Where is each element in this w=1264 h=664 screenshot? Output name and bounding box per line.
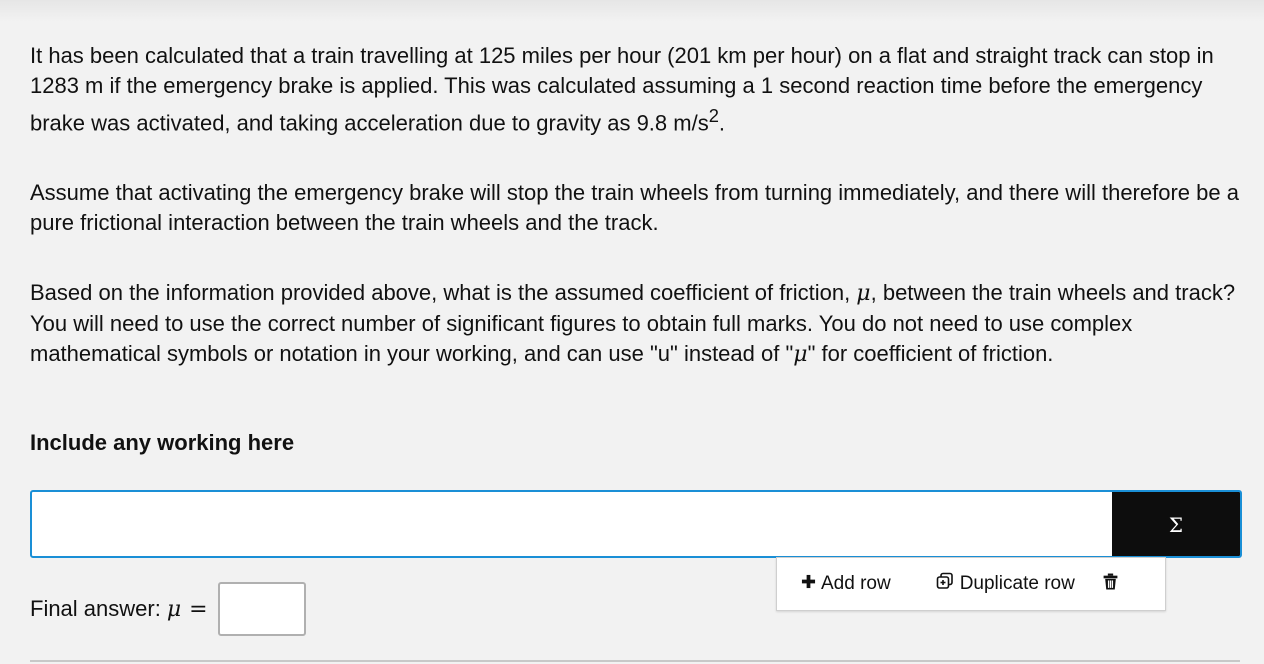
mu-symbol: μ	[856, 281, 871, 307]
final-equals: =	[189, 596, 208, 622]
superscript-2: 2	[708, 105, 719, 126]
final-mu-symbol: μ	[166, 596, 182, 622]
question-p3-text-a: Based on the information provided above,…	[30, 280, 857, 306]
duplicate-row-button[interactable]: Duplicate row	[935, 571, 1075, 597]
bottom-divider	[30, 660, 1240, 662]
add-row-button[interactable]: Add row	[801, 573, 891, 595]
working-row: Σ	[30, 490, 1242, 558]
delete-row-button[interactable]	[1103, 573, 1118, 596]
sigma-icon: Σ	[1168, 513, 1184, 537]
question-paragraph-3: Based on the information provided above,…	[30, 278, 1240, 370]
final-answer-input[interactable]	[217, 582, 306, 636]
final-answer-label: Final answer:	[30, 596, 161, 621]
question-p1-text: It has been calculated that a train trav…	[30, 43, 1214, 136]
duplicate-icon	[935, 571, 955, 597]
question-text: It has been calculated that a train trav…	[30, 41, 1240, 370]
add-row-label: Add row	[821, 573, 891, 594]
question-paragraph-2: Assume that activating the emergency bra…	[30, 180, 1239, 236]
equation-editor-button[interactable]: Σ	[1112, 492, 1240, 556]
question-p3-text-c: " for coefficient of friction.	[807, 341, 1054, 367]
plus-icon	[801, 573, 816, 595]
working-input[interactable]	[32, 492, 1112, 556]
working-label: Include any working here	[30, 430, 295, 455]
duplicate-row-label: Duplicate row	[959, 573, 1075, 594]
final-answer-row: Final answer: μ =	[30, 582, 306, 636]
mu-symbol-inline: μ	[793, 342, 808, 368]
row-toolbar: Add row Duplicate row	[776, 557, 1166, 611]
question-p1-end: .	[718, 110, 726, 136]
trash-icon	[1103, 573, 1118, 596]
question-paragraph-1: It has been calculated that a train trav…	[30, 41, 1240, 138]
